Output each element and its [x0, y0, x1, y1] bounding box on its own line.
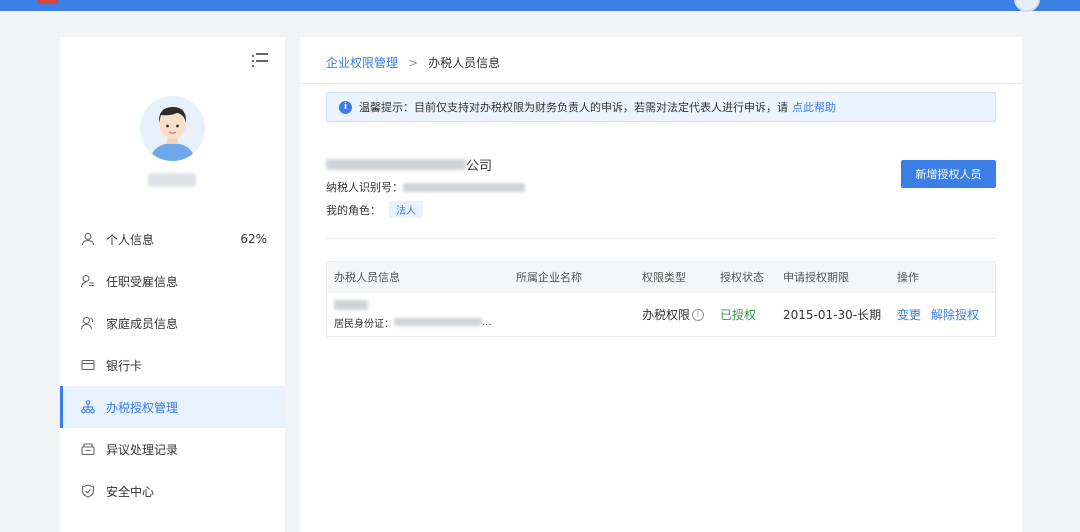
role-row: 我的角色： 法人	[326, 201, 423, 218]
sidebar-item-label: 个人信息	[106, 232, 155, 247]
company-name: 公司	[326, 155, 492, 174]
info-icon: i	[339, 100, 352, 114]
column-header: 所属企业名称	[516, 271, 582, 284]
column-header: 操作	[897, 271, 919, 284]
company-name-blurred	[326, 159, 466, 170]
user-name-blurred	[148, 173, 196, 187]
top-bar	[0, 0, 1080, 12]
taxpayer-id-label: 纳税人识别号：	[326, 181, 403, 194]
sidebar-item-employment-info[interactable]: 任职受雇信息	[60, 260, 285, 302]
sidebar-item-family-info[interactable]: 家庭成员信息	[60, 302, 285, 344]
breadcrumb-parent-link[interactable]: 企业权限管理	[326, 54, 398, 71]
section-divider	[326, 238, 996, 239]
sidebar-item-label: 银行卡	[106, 358, 143, 373]
authorized-persons-table: 办税人员信息 所属企业名称 权限类型 授权状态 申请授权期限 操作 居民身份证：…	[326, 261, 996, 337]
sidebar-item-label: 办税授权管理	[106, 400, 179, 415]
id-number-blurred	[394, 318, 482, 326]
info-circle-icon[interactable]: i	[692, 308, 705, 321]
sidebar-item-label: 安全中心	[106, 484, 155, 499]
role-badge: 法人	[389, 201, 423, 218]
id-card-label: 居民身份证：	[334, 318, 394, 330]
actions-cell: 变更 解除授权	[897, 293, 989, 336]
main-panel: 企业权限管理 > 办税人员信息 i 温馨提示：目前仅支持对办税权限为财务负责人的…	[300, 37, 1022, 532]
family-icon	[80, 315, 96, 331]
column-header: 申请授权期限	[783, 271, 849, 284]
change-link[interactable]: 变更	[897, 306, 921, 323]
id-ellipsis: ...	[482, 316, 492, 328]
logo	[38, 0, 58, 4]
status-badge: 已授权	[720, 308, 757, 322]
notice-banner: i 温馨提示：目前仅支持对办税权限为财务负责人的申诉，若需对法定代表人进行申诉，…	[326, 92, 996, 122]
person-info-cell: 居民身份证： ...	[334, 293, 492, 336]
avatar	[140, 96, 205, 161]
sidebar-item-label: 异议处理记录	[106, 442, 179, 457]
org-chart-icon	[80, 399, 96, 415]
sidebar-item-personal-info[interactable]: 个人信息 62%	[60, 218, 285, 260]
add-authorized-person-button[interactable]: 新增授权人员	[901, 160, 996, 188]
user-icon	[80, 231, 96, 247]
sidebar-item-dispute-records[interactable]: 异议处理记录	[60, 428, 285, 470]
sidebar-item-tax-authorization[interactable]: 办税授权管理	[60, 386, 285, 428]
permission-type-cell: 办税权限 i	[642, 293, 705, 336]
table-header: 办税人员信息 所属企业名称 权限类型 授权状态 申请授权期限 操作	[327, 262, 995, 292]
role-label: 我的角色：	[326, 203, 381, 217]
column-header: 办税人员信息	[334, 271, 400, 284]
inbox-icon	[80, 441, 96, 457]
sidebar-item-security-center[interactable]: 安全中心	[60, 470, 285, 512]
notice-text: 温馨提示：目前仅支持对办税权限为财务负责人的申诉，若需对法定代表人进行申诉，请	[359, 101, 788, 114]
shield-icon	[80, 483, 96, 499]
user-list-icon	[80, 273, 96, 289]
help-link[interactable]: 点此帮助	[792, 99, 836, 115]
sidebar-item-label: 任职受雇信息	[106, 274, 179, 289]
period-cell: 2015-01-30-长期	[783, 308, 882, 322]
taxpayer-id-row: 纳税人识别号：	[326, 179, 525, 195]
revoke-authorization-link[interactable]: 解除授权	[931, 306, 979, 323]
sidebar-item-label: 家庭成员信息	[106, 316, 179, 331]
column-header: 授权状态	[720, 271, 764, 284]
breadcrumb-current: 办税人员信息	[428, 56, 501, 70]
menu-collapse-icon[interactable]	[252, 53, 270, 69]
header-divider	[300, 83, 1022, 84]
completion-percent: 62%	[240, 232, 267, 246]
column-header: 权限类型	[642, 271, 686, 284]
table-row: 居民身份证： ... 办税权限 i 已授权 2015-01-30-长期 变更 解…	[327, 292, 995, 336]
permission-type: 办税权限	[642, 308, 691, 322]
breadcrumb: 企业权限管理 > 办税人员信息	[326, 54, 500, 71]
sidebar-item-bank-card[interactable]: 银行卡	[60, 344, 285, 386]
breadcrumb-separator: >	[408, 55, 419, 70]
id-card-line: 居民身份证： ...	[334, 315, 492, 330]
bank-card-icon	[80, 357, 96, 373]
user-avatar-button[interactable]	[1014, 0, 1040, 12]
person-name-blurred	[334, 299, 368, 310]
sidebar: 个人信息 62% 任职受雇信息 家庭成员信息 银行卡 办税授权管理 异议处理记录	[60, 37, 285, 532]
company-name-suffix: 公司	[466, 159, 493, 174]
taxpayer-id-blurred	[403, 182, 525, 192]
